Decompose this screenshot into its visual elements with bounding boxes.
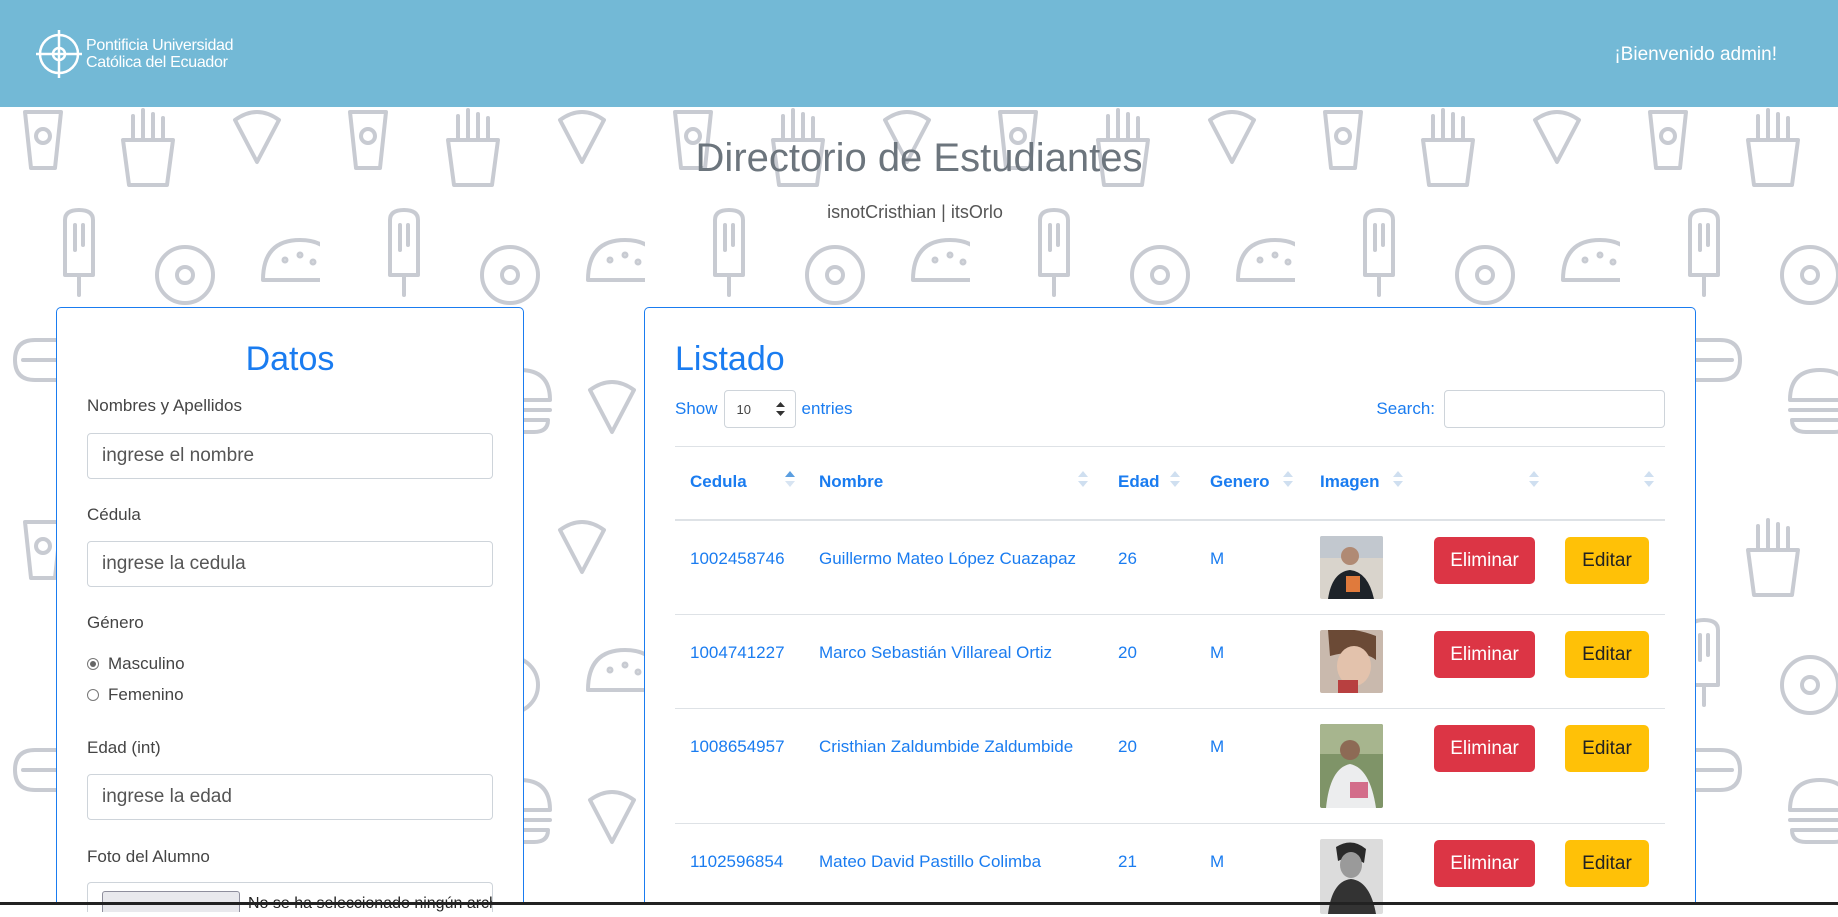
sort-icon[interactable] <box>1393 469 1403 489</box>
cell-nombre: Cristhian Zaldumbide Zaldumbide <box>819 737 1074 756</box>
female-radio[interactable] <box>87 689 99 701</box>
column-header-genero[interactable]: Genero <box>1210 472 1270 492</box>
entries-label: entries <box>801 399 853 418</box>
student-list-card: Listado Show 10 entries Search: Cedula N… <box>644 307 1696 914</box>
sort-asc-icon[interactable] <box>785 469 795 489</box>
page-title: Directorio de Estudiantes <box>695 136 1143 180</box>
table-search: Search: <box>1376 390 1665 428</box>
table-row: 1008654957 Cristhian Zaldumbide Zaldumbi… <box>675 709 1665 824</box>
page-subtitle: isnotCristhian | itsOrlo <box>827 202 1003 222</box>
delete-button[interactable]: Eliminar <box>1434 537 1535 584</box>
sort-icon[interactable] <box>1529 469 1539 489</box>
cell-cedula: 1002458746 <box>690 549 785 568</box>
cell-cedula: 1008654957 <box>690 737 785 756</box>
cell-edad: 20 <box>1118 737 1137 756</box>
column-header-imagen[interactable]: Imagen <box>1320 472 1380 492</box>
age-input[interactable] <box>87 774 493 820</box>
sort-icon[interactable] <box>1170 469 1180 489</box>
cell-cedula: 1004741227 <box>690 643 785 662</box>
column-header-cedula[interactable]: Cedula <box>690 472 747 492</box>
welcome-message: ¡Bienvenido admin! <box>1614 44 1777 65</box>
gender-option-male[interactable]: Masculino <box>87 654 185 674</box>
id-label: Cédula <box>87 505 141 524</box>
delete-button[interactable]: Eliminar <box>1434 840 1535 887</box>
show-label: Show <box>675 399 718 418</box>
table-row: 1004741227 Marco Sebastián Villareal Ort… <box>675 615 1665 709</box>
entries-value: 10 <box>736 401 751 417</box>
gender-option-female[interactable]: Femenino <box>87 685 184 705</box>
edit-button[interactable]: Editar <box>1565 725 1649 772</box>
sort-icon[interactable] <box>1644 469 1654 489</box>
male-radio[interactable] <box>87 658 99 670</box>
cell-genero: M <box>1210 737 1225 756</box>
cell-edad: 21 <box>1118 852 1137 871</box>
cell-genero: M <box>1210 643 1225 662</box>
cell-edad: 20 <box>1118 643 1137 662</box>
cell-nombre: Guillermo Mateo López Cuazapaz <box>819 549 1077 568</box>
edit-button[interactable]: Editar <box>1565 631 1649 678</box>
university-crest-icon <box>36 30 82 78</box>
list-title: Listado <box>675 340 785 378</box>
table-header: Cedula Nombre Edad Genero Imagen <box>675 446 1665 521</box>
search-label: Search: <box>1376 399 1435 418</box>
entries-select[interactable]: 10 <box>723 390 796 428</box>
entries-length-control: Show 10 entries <box>675 390 853 428</box>
university-logo[interactable]: Pontificia Universidad Católica del Ecua… <box>36 26 234 82</box>
table-row: 1002458746 Guillermo Mateo López Cuazapa… <box>675 521 1665 615</box>
select-arrows-icon <box>775 402 785 416</box>
student-photo <box>1320 536 1383 599</box>
cell-genero: M <box>1210 549 1225 568</box>
cell-nombre: Mateo David Pastillo Colimba <box>819 852 1042 871</box>
age-label: Edad (int) <box>87 738 161 757</box>
name-input[interactable] <box>87 433 493 479</box>
cell-genero: M <box>1210 852 1225 871</box>
name-label: Nombres y Apellidos <box>87 396 242 415</box>
gender-label: Género <box>87 613 144 632</box>
delete-button[interactable]: Eliminar <box>1434 725 1535 772</box>
cell-nombre: Marco Sebastián Villareal Ortiz <box>819 643 1053 662</box>
column-header-edad[interactable]: Edad <box>1118 472 1160 492</box>
photo-file-input[interactable]: No se ha seleccionado ningún archivo <box>87 882 493 912</box>
cell-cedula: 1102596854 <box>690 852 784 871</box>
delete-button[interactable]: Eliminar <box>1434 631 1535 678</box>
edit-button[interactable]: Editar <box>1565 537 1649 584</box>
student-photo <box>1320 630 1383 693</box>
logo-line-1: Pontificia Universidad <box>86 37 234 54</box>
student-photo <box>1320 724 1383 808</box>
form-title: Datos <box>245 340 335 378</box>
female-label: Femenino <box>108 685 184 704</box>
sort-icon[interactable] <box>1283 469 1293 489</box>
sort-icon[interactable] <box>1078 469 1088 489</box>
cell-edad: 26 <box>1118 549 1137 568</box>
student-form-card: Datos Nombres y Apellidos Cédula Género … <box>56 307 524 912</box>
column-header-nombre[interactable]: Nombre <box>819 472 883 492</box>
top-navbar: Pontificia Universidad Católica del Ecua… <box>0 0 1838 107</box>
id-input[interactable] <box>87 541 493 587</box>
students-table: Cedula Nombre Edad Genero Imagen 1002458… <box>675 446 1665 917</box>
search-input[interactable] <box>1444 390 1665 428</box>
university-name: Pontificia Universidad Católica del Ecua… <box>86 37 234 71</box>
male-label: Masculino <box>108 654 185 673</box>
photo-label: Foto del Alumno <box>87 847 210 866</box>
edit-button[interactable]: Editar <box>1565 840 1649 887</box>
logo-line-2: Católica del Ecuador <box>86 54 228 71</box>
